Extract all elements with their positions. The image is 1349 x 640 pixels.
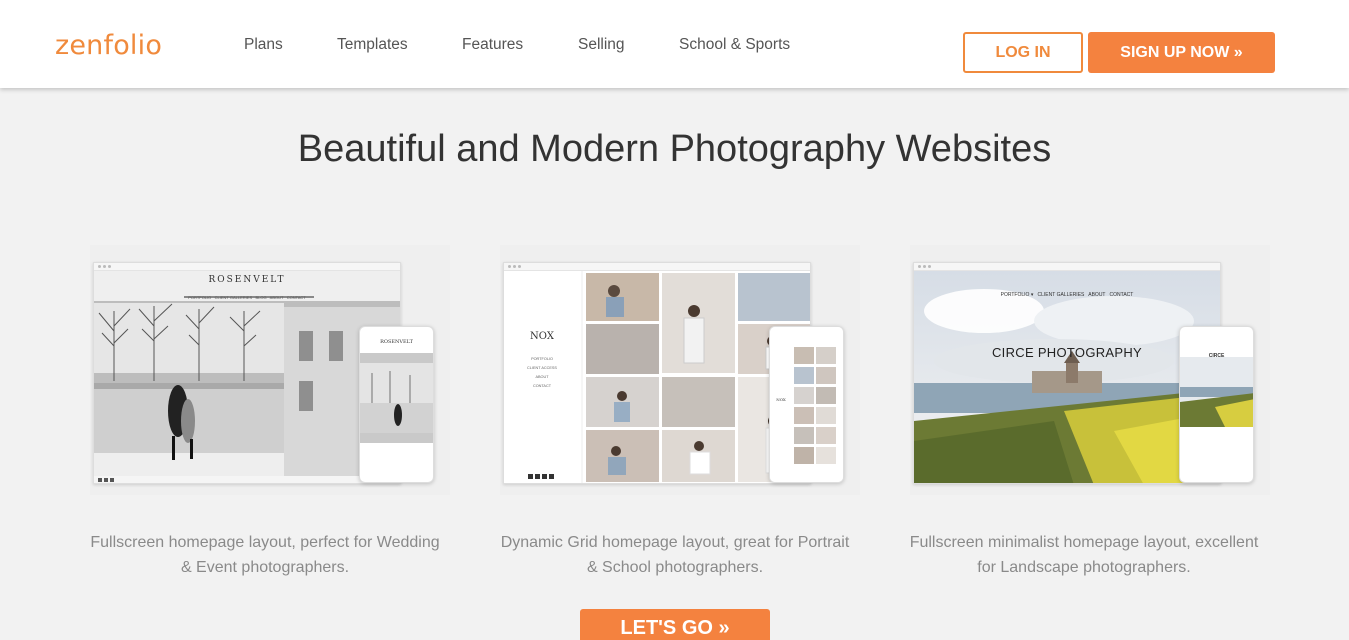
phone-image [770,327,843,482]
phone-preview: NOX [769,326,844,483]
phone-title: NOX [776,397,786,402]
login-button[interactable]: LOG IN [963,32,1083,73]
phone-preview: ROSENVELT [359,326,434,483]
nav-plans[interactable]: Plans [244,36,283,54]
description-line: Fullscreen homepage layout, perfect for … [90,534,440,551]
page-headline: Beautiful and Modern Photography Website… [297,128,1052,170]
nox-title: NOX [530,331,554,342]
circe-landscape-image [914,271,1220,483]
mini-nav-item: ABOUT [535,375,549,379]
description-line: Fullscreen minimalist homepage layout, e… [909,534,1259,551]
circe-title: CIRCE PHOTOGRAPHY [991,345,1143,360]
nox-description: Dynamic Grid homepage layout, great for … [495,530,855,580]
nox-mini-nav: PORTFOLIO CLIENT ACCESS ABOUT CONTACT [503,355,581,391]
lets-go-button[interactable]: LET'S GO » [580,609,770,640]
circe-mini-nav: PORTFOLIO ▾ CLIENT GALLERIES ABOUT CONTA… [1000,292,1134,298]
phone-image [1180,357,1253,427]
nav-school-sports[interactable]: School & Sports [679,36,790,54]
rosenvelt-desktop-image [94,271,400,483]
signup-button[interactable]: SIGN UP NOW » [1088,32,1275,73]
description-line: for Landscape photographers. [977,559,1191,576]
mini-nav-item: CLIENT ACCESS [527,366,557,370]
phone-title: ROSENVELT [380,339,413,345]
template-card-nox[interactable]: NOX PORTFOLIO CLIENT ACCESS ABOUT CONTAC… [500,245,860,495]
mini-nav-item: PORTFOLIO [531,357,553,361]
nav-features[interactable]: Features [462,36,523,54]
zenfolio-logo[interactable]: zenfolio [55,30,162,61]
phone-image [360,353,433,443]
description-line: & Event photographers. [180,559,350,576]
rosenvelt-mini-nav: PORTFOLIO CLIENT GALLERIES BLOG ABOUT CO… [188,295,306,300]
nav-templates[interactable]: Templates [337,36,408,54]
rosenvelt-title: ROSENVELT [208,275,286,285]
template-card-rosenvelt[interactable]: ROSENVELT PORTFOLIO CLIENT GALLERIES BLO… [90,245,450,495]
mini-nav-item: CONTACT [532,384,552,388]
phone-title: CIRCE [1208,353,1225,359]
rosenvelt-description: Fullscreen homepage layout, perfect for … [85,530,445,580]
description-line: Dynamic Grid homepage layout, great for … [500,534,850,551]
template-card-circe[interactable]: PORTFOLIO ▾ CLIENT GALLERIES ABOUT CONTA… [910,245,1270,495]
circe-description: Fullscreen minimalist homepage layout, e… [904,530,1264,580]
phone-preview: CIRCE [1179,326,1254,483]
description-line: & School photographers. [586,559,764,576]
nav-selling[interactable]: Selling [578,36,625,54]
site-header: zenfolio Plans Templates Features Sellin… [0,0,1349,88]
